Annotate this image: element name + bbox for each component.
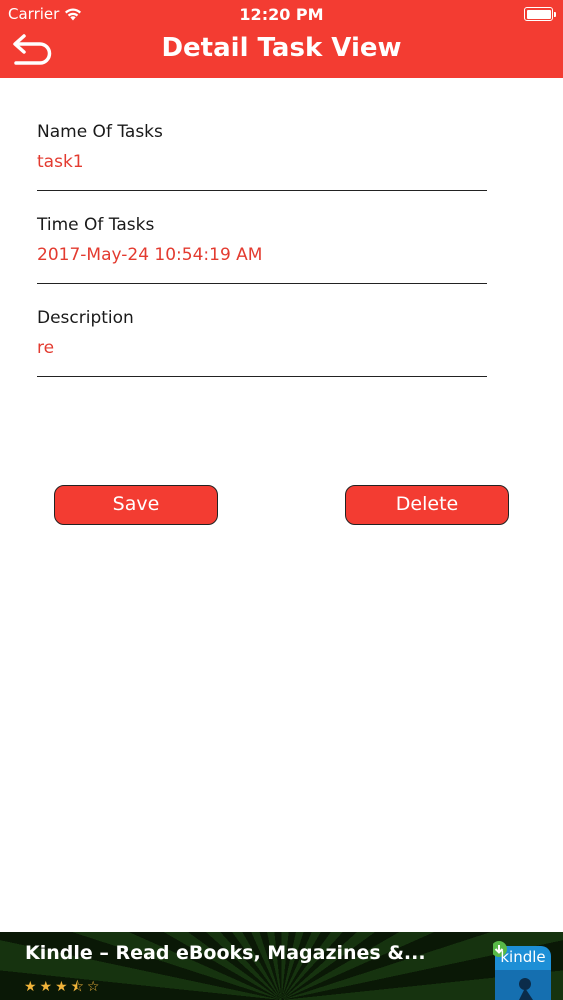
status-time: 12:20 PM	[239, 5, 324, 24]
task-time-label: Time Of Tasks	[37, 215, 155, 235]
ad-rating-stars: ★★★⯪☆	[24, 979, 103, 995]
kindle-app-icon[interactable]: kindle	[493, 940, 551, 1000]
page-title: Detail Task View	[161, 33, 402, 63]
delete-button[interactable]: Delete	[345, 485, 509, 525]
task-time-input[interactable]: 2017-May-24 10:54:19 AM	[37, 244, 487, 284]
task-name-field: Name Of Tasks task1	[37, 121, 487, 191]
status-bar: Carrier 12:20 PM	[0, 0, 563, 30]
kindle-icon-text: kindle	[500, 948, 545, 966]
battery-icon	[524, 7, 556, 21]
task-name-label: Name Of Tasks	[37, 122, 163, 142]
description-input[interactable]: re	[37, 337, 487, 377]
task-name-input[interactable]: task1	[37, 151, 487, 191]
task-time-field: Time Of Tasks 2017-May-24 10:54:19 AM	[37, 214, 487, 284]
ad-banner[interactable]: Kindle – Read eBooks, Magazines &... ★★★…	[0, 932, 563, 1000]
navigation-header: Carrier 12:20 PM Detail Task View	[0, 0, 563, 78]
description-label: Description	[37, 308, 134, 328]
save-button[interactable]: Save	[54, 485, 218, 525]
ad-title: Kindle – Read eBooks, Magazines &...	[25, 942, 426, 964]
description-field: Description re	[37, 307, 487, 377]
